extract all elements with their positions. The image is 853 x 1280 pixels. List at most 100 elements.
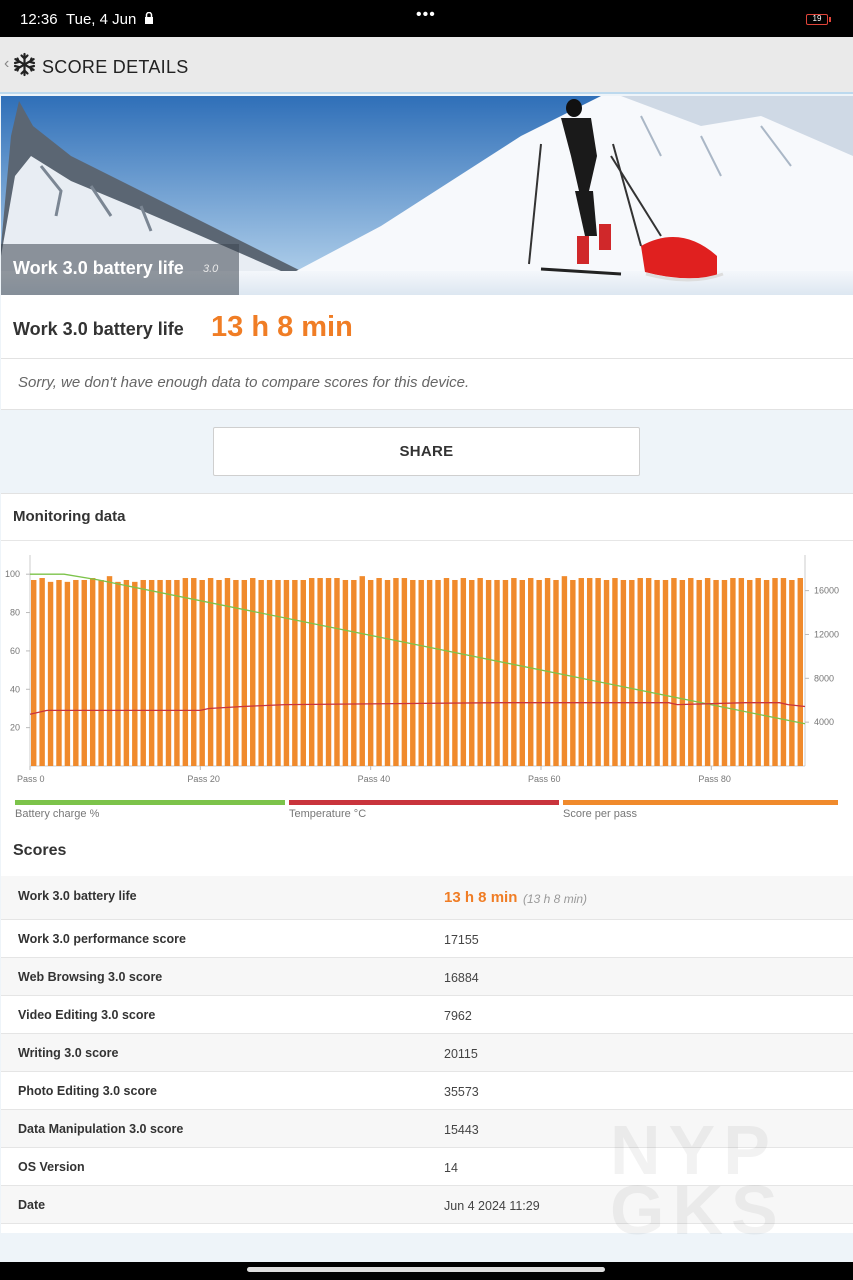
row-label: OS Version — [18, 1160, 85, 1174]
legend-swatch-score — [563, 800, 838, 805]
appbar-divider — [0, 92, 853, 94]
score-bar — [106, 576, 113, 766]
y-left-tick-label: 80 — [10, 608, 20, 618]
score-bar — [704, 578, 711, 766]
share-button[interactable]: SHARE — [213, 427, 640, 476]
score-bar — [292, 579, 298, 766]
score-bar — [662, 579, 669, 766]
row-value: 16884 — [444, 971, 479, 985]
score-bar — [115, 581, 121, 766]
score-bar — [730, 578, 736, 766]
score-bar — [317, 578, 323, 766]
row-value: 15443 — [444, 1123, 479, 1137]
row-subvalue: (13 h 8 min) — [523, 892, 588, 906]
score-bar — [300, 579, 306, 766]
score-bar — [157, 579, 163, 766]
watermark-logo: NYP GKS — [610, 1111, 786, 1249]
score-bar — [755, 578, 761, 766]
home-gesture-handle[interactable] — [247, 1267, 605, 1272]
hero-banner: Work 3.0 battery life 3.0 — [1, 96, 853, 295]
score-bar — [39, 578, 45, 766]
score-bar — [696, 579, 702, 766]
score-bar — [73, 579, 79, 766]
y-right-tick-label: 12000 — [814, 629, 839, 639]
result-summary: Work 3.0 battery life 13 h 8 min — [1, 295, 853, 359]
score-bar — [426, 579, 433, 766]
score-bar — [148, 579, 155, 766]
score-bar — [536, 579, 542, 766]
score-bar — [367, 579, 374, 766]
score-bar — [98, 579, 104, 766]
hero-title: Work 3.0 battery life — [13, 258, 184, 278]
score-bar — [721, 579, 728, 766]
snowflake-logo-icon — [13, 52, 36, 77]
result-value: 13 h 8 min — [211, 311, 353, 343]
score-bar — [359, 576, 365, 766]
score-bar — [654, 579, 660, 766]
status-bar: 12:36 Tue, 4 Jun ••• 19 — [0, 0, 853, 37]
notice-text: Sorry, we don't have enough data to comp… — [18, 374, 470, 391]
y-left-tick-label: 60 — [10, 646, 20, 656]
score-bar — [637, 578, 643, 766]
table-row: Photo Editing 3.0 score 35573 — [1, 1072, 853, 1110]
row-value: 14 — [444, 1161, 458, 1175]
score-bar — [738, 578, 745, 766]
x-tick-label: Pass 0 — [17, 774, 45, 784]
row-value: 13 h 8 min — [444, 889, 518, 906]
x-tick-label: Pass 80 — [698, 774, 731, 784]
y-right-tick-label: 4000 — [814, 717, 834, 727]
score-bar — [376, 578, 382, 766]
row-value: 17155 — [444, 933, 479, 947]
legend-swatch-battery — [15, 800, 285, 805]
hero-version: 3.0 — [203, 263, 219, 275]
score-bar — [772, 578, 778, 766]
y-right-tick-label: 8000 — [814, 673, 834, 683]
battery-icon: 19 — [806, 14, 828, 25]
row-label: Work 3.0 performance score — [18, 932, 186, 946]
score-bar — [241, 579, 248, 766]
comparison-notice: Sorry, we don't have enough data to comp… — [1, 359, 853, 410]
score-bar — [671, 578, 677, 766]
score-bar — [797, 578, 803, 766]
score-bar — [351, 579, 357, 766]
legend-label-temperature: Temperature °C — [289, 808, 367, 820]
score-bar — [570, 579, 576, 766]
score-bar — [182, 578, 189, 766]
score-bar — [519, 579, 526, 766]
row-value: Jun 4 2024 11:29 — [444, 1199, 540, 1213]
score-bar — [199, 579, 205, 766]
table-row: Writing 3.0 score 20115 — [1, 1034, 853, 1072]
score-bar — [511, 578, 517, 766]
score-bar — [191, 578, 197, 766]
score-bar — [763, 579, 770, 766]
row-label: Data Manipulation 3.0 score — [18, 1122, 184, 1136]
legend-temperature: Temperature °C — [289, 800, 559, 820]
legend-score: Score per pass — [563, 800, 838, 820]
score-bar — [325, 578, 332, 766]
table-row: Video Editing 3.0 score 7962 — [1, 996, 853, 1034]
score-bar — [789, 579, 795, 766]
row-label: Work 3.0 battery life — [18, 889, 137, 903]
score-bar — [56, 579, 62, 766]
score-bar — [460, 578, 467, 766]
score-bar — [89, 578, 96, 766]
row-value: 7962 — [444, 1009, 472, 1023]
score-bar — [561, 576, 568, 766]
score-bar — [250, 578, 256, 766]
battery-tip — [829, 17, 831, 22]
score-bar — [595, 578, 601, 766]
score-bar — [140, 579, 146, 766]
score-bar — [452, 579, 458, 766]
row-value: 20115 — [444, 1047, 478, 1061]
score-bar — [502, 579, 509, 766]
x-tick-label: Pass 40 — [358, 774, 391, 784]
score-bar — [47, 581, 54, 766]
row-label: Video Editing 3.0 score — [18, 1008, 156, 1022]
score-bar — [216, 579, 222, 766]
score-bar — [165, 579, 172, 766]
row-label: Date — [18, 1198, 46, 1212]
monitoring-header: Monitoring data — [1, 494, 853, 541]
back-button[interactable]: ‹ — [4, 55, 9, 73]
score-bar — [612, 578, 618, 766]
score-bar — [443, 578, 450, 766]
